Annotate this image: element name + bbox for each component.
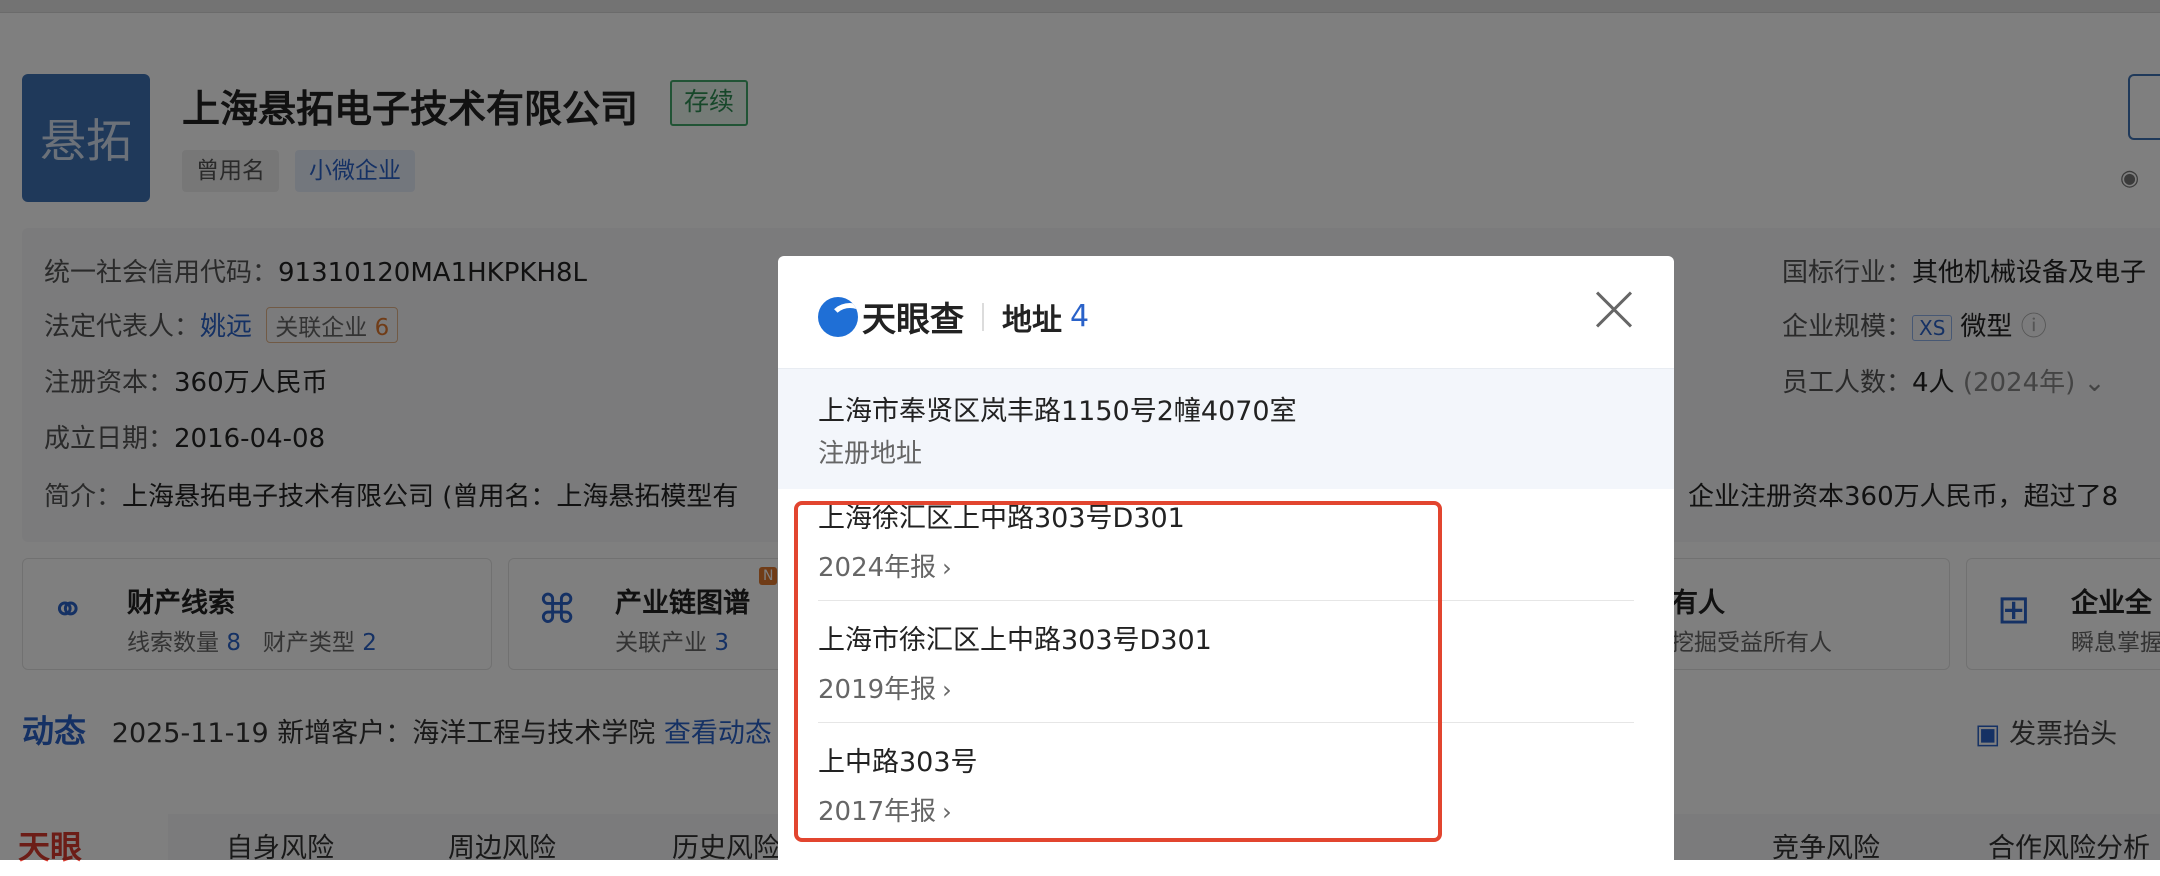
- address-tag: 注册地址: [818, 439, 923, 469]
- address-text: 上海市奉贤区岚丰路1150号2幢4070室: [818, 396, 1297, 427]
- address-count: 4: [1070, 299, 1090, 334]
- registered-address-item: 上海市奉贤区岚丰路1150号2幢4070室 注册地址: [778, 368, 1674, 489]
- logo-divider: [982, 302, 984, 331]
- tianyancha-logo: 天眼查 地址 4: [818, 292, 1089, 341]
- brand-name: 天眼查: [862, 300, 964, 340]
- tianyancha-logo-icon: [818, 296, 858, 337]
- highlight-box: [794, 501, 1442, 842]
- modal-title: 地址: [1002, 302, 1062, 338]
- modal-header: 天眼查 地址 4: [778, 256, 1674, 368]
- close-icon[interactable]: [1594, 290, 1634, 330]
